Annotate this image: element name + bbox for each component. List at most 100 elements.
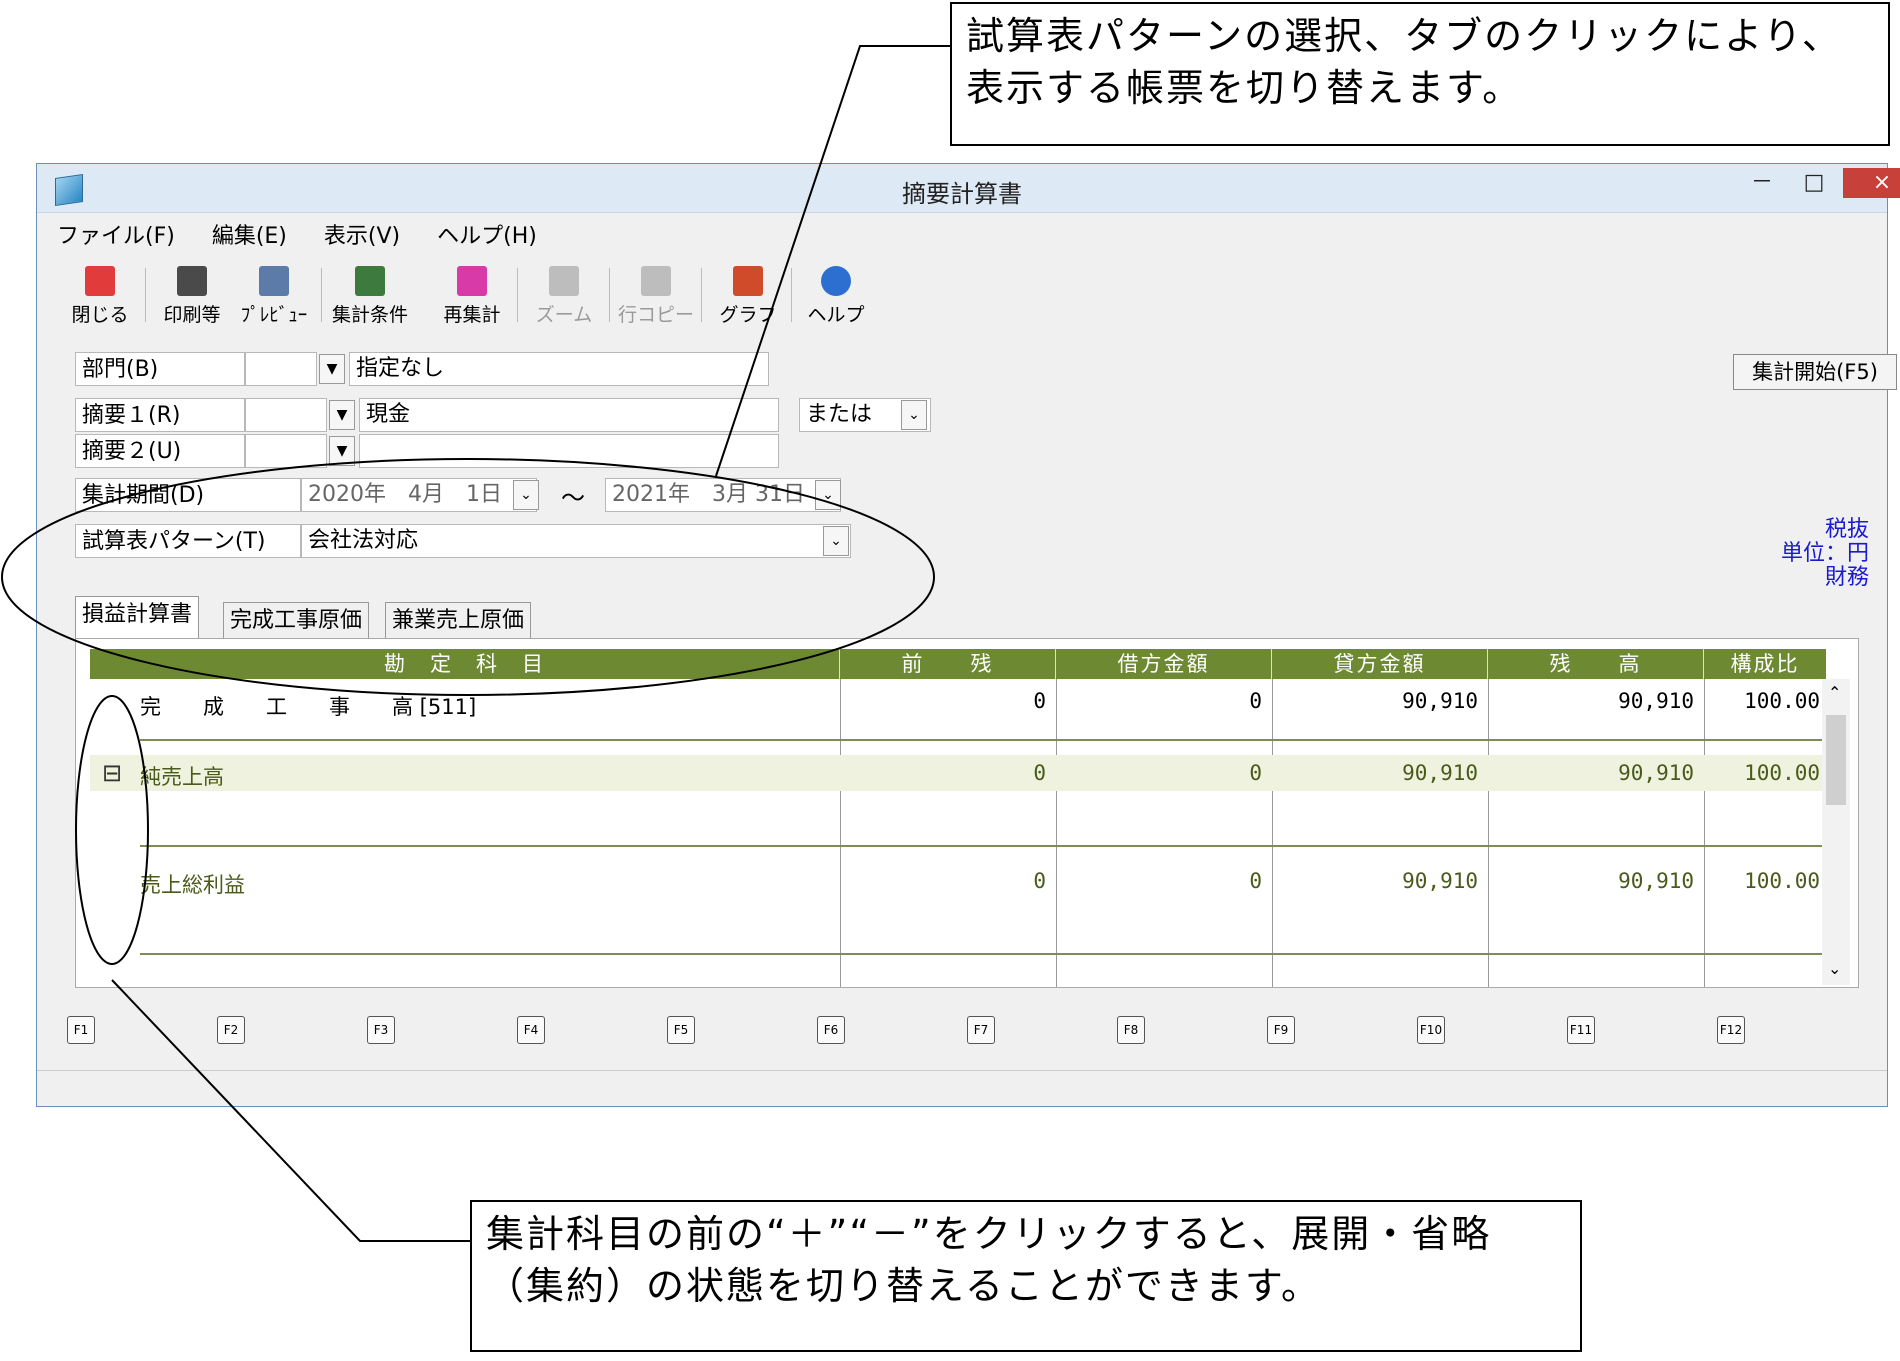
fkey-f7[interactable]: F7 [967, 1016, 995, 1044]
summary2-code-input[interactable] [245, 434, 327, 468]
fkey-f12[interactable]: F12 [1717, 1016, 1745, 1044]
row-prev: 0 [1033, 869, 1046, 893]
row-debit: 0 [1249, 761, 1262, 785]
table-row[interactable]: 完 成 工 事 高 [511] 0 0 90,910 90,910 100.00 [90, 689, 1826, 729]
table-row[interactable]: 売上総利益 0 0 90,910 90,910 100.00 [90, 865, 1826, 901]
dept-label: 部門(B) [75, 352, 245, 386]
summary1-code-input[interactable] [245, 398, 327, 432]
fkey-f4[interactable]: F4 [517, 1016, 545, 1044]
pattern-label: 試算表パターン(T) [75, 524, 301, 558]
period-from-input[interactable]: 2020年 4月 1日 [301, 478, 537, 512]
toolbar-print-button[interactable]: 印刷等 [153, 260, 231, 330]
menu-view[interactable]: 表示(V) [324, 224, 400, 249]
toolbar-preview-button[interactable]: ﾌﾟﾚﾋﾞｭｰ [235, 260, 313, 330]
scroll-up-icon[interactable]: ⌃ [1828, 683, 1841, 702]
status-bar [37, 1070, 1887, 1071]
col-credit: 貸方金額 [1272, 649, 1488, 679]
pattern-chevron-icon[interactable]: ⌄ [823, 526, 849, 556]
summary1-name-field: 現金 [359, 398, 779, 432]
summary2-label: 摘要２(U) [75, 434, 245, 468]
fkey-f10[interactable]: F10 [1417, 1016, 1445, 1044]
toolbar-recalc-button[interactable]: 再集計 [433, 260, 511, 330]
unit-info: 税抜 単位：円 財務 [1697, 518, 1869, 590]
dept-code-input[interactable] [245, 352, 317, 386]
title-bar: 摘要計算書 － □ × [37, 164, 1900, 213]
vertical-scrollbar[interactable]: ⌃ ⌄ [1822, 679, 1850, 985]
dept-dropdown-icon[interactable]: ▼ [319, 354, 345, 384]
fkey-f11[interactable]: F11 [1567, 1016, 1595, 1044]
scroll-thumb[interactable] [1826, 715, 1846, 805]
help-icon [821, 266, 851, 296]
or-select-chevron-icon[interactable]: ⌄ [901, 400, 927, 430]
summary2-name-field [359, 434, 779, 468]
scroll-down-icon[interactable]: ⌄ [1828, 959, 1841, 978]
fkey-f1[interactable]: F1 [67, 1016, 95, 1044]
row-balance: 90,910 [1618, 689, 1694, 713]
col-balance: 残 高 [1488, 649, 1704, 679]
fkey-f6[interactable]: F6 [817, 1016, 845, 1044]
magnifier-icon [259, 266, 289, 296]
toolbar-conditions-button[interactable]: 集計条件 [331, 260, 409, 330]
toolbar-zoom-button[interactable]: ズーム [525, 260, 603, 330]
period-label: 集計期間(D) [75, 478, 301, 512]
row-ratio: 100.00 [1744, 689, 1820, 713]
toolbar-close-button[interactable]: 閉じる [61, 260, 139, 330]
row-credit: 90,910 [1402, 761, 1478, 785]
col-account: 勘 定 科 目 [90, 649, 840, 679]
toolbar: 閉じる 印刷等 ﾌﾟﾚﾋﾞｭｰ 集計条件 再集計 ズーム 行コピー グラフ ヘル… [49, 260, 949, 330]
finance-text: 財務 [1824, 565, 1869, 590]
row-credit: 90,910 [1402, 869, 1478, 893]
maximize-button[interactable]: □ [1789, 168, 1839, 198]
menu-file[interactable]: ファイル(F) [57, 224, 175, 249]
row-prev: 0 [1033, 761, 1046, 785]
callout-pattern-tabs: 試算表パターンの選択、タブのクリックにより、表示する帳票を切り替えます。 [950, 2, 1890, 146]
app-window: 摘要計算書 － □ × ファイル(F) 編集(E) 表示(V) ヘルプ(H) 閉… [36, 163, 1900, 1107]
row-debit: 0 [1249, 869, 1262, 893]
grid-header: 勘 定 科 目 前 残 借方金額 貸方金額 残 高 構成比 [90, 649, 1826, 679]
zoom-icon [549, 266, 579, 296]
collapse-toggle-icon[interactable]: ⊟ [102, 759, 122, 787]
period-to-chevron-icon[interactable]: ⌄ [815, 480, 841, 510]
row-balance: 90,910 [1618, 761, 1694, 785]
menu-help[interactable]: ヘルプ(H) [437, 224, 537, 249]
row-balance: 90,910 [1618, 869, 1694, 893]
toolbar-copy-row-button[interactable]: 行コピー [617, 260, 695, 330]
summary1-dropdown-icon[interactable]: ▼ [329, 400, 355, 430]
tab-income-statement[interactable]: 損益計算書 [75, 596, 200, 638]
col-ratio: 構成比 [1730, 652, 1800, 676]
fkey-f5[interactable]: F5 [667, 1016, 695, 1044]
window-title: 摘要計算書 [902, 180, 1022, 208]
ledger-grid: 勘 定 科 目 前 残 借方金額 貸方金額 残 高 構成比 完 成 工 事 高 … [75, 638, 1859, 988]
tax-mode-text: 税抜 [1824, 517, 1869, 542]
start-aggregation-button[interactable]: 集計開始(F5) [1733, 354, 1897, 390]
period-to-input[interactable]: 2021年 3月 31日 [605, 478, 841, 512]
fkey-f2[interactable]: F2 [217, 1016, 245, 1044]
toolbar-help-button[interactable]: ヘルプ [797, 260, 875, 330]
printer-icon [177, 266, 207, 296]
refresh-arrow-icon [457, 266, 487, 296]
col-debit: 借方金額 [1056, 649, 1272, 679]
chart-icon [733, 266, 763, 296]
row-account: 売上総利益 [140, 873, 245, 897]
row-prev: 0 [1033, 689, 1046, 713]
summary2-dropdown-icon[interactable]: ▼ [329, 436, 355, 466]
row-account: 純売上高 [140, 765, 224, 789]
pattern-select[interactable]: 会社法対応 [301, 524, 851, 558]
toolbar-graph-button[interactable]: グラフ [709, 260, 787, 330]
minimize-button[interactable]: － [1737, 168, 1787, 198]
fkey-f9[interactable]: F9 [1267, 1016, 1295, 1044]
menu-edit[interactable]: 編集(E) [212, 224, 287, 249]
tab-construction-cost[interactable]: 完成工事原価 [223, 602, 370, 638]
row-ratio: 100.00 [1744, 761, 1820, 785]
function-key-bar: F1 F2 F3 F4 F5 F6 F7 F8 F9 F10 F11 F12 [67, 1016, 1867, 1046]
checklist-icon [355, 266, 385, 296]
fkey-f3[interactable]: F3 [367, 1016, 395, 1044]
period-separator: ～ [561, 484, 585, 512]
tab-side-business-cost[interactable]: 兼業売上原価 [385, 602, 532, 638]
close-button[interactable]: × [1843, 168, 1900, 198]
row-account: 完 成 工 事 高 [511] [140, 695, 477, 719]
fkey-f8[interactable]: F8 [1117, 1016, 1145, 1044]
period-from-chevron-icon[interactable]: ⌄ [513, 480, 539, 510]
table-row[interactable]: ⊟ 純売上高 0 0 90,910 90,910 100.00 [90, 755, 1826, 791]
row-ratio: 100.00 [1744, 869, 1820, 893]
